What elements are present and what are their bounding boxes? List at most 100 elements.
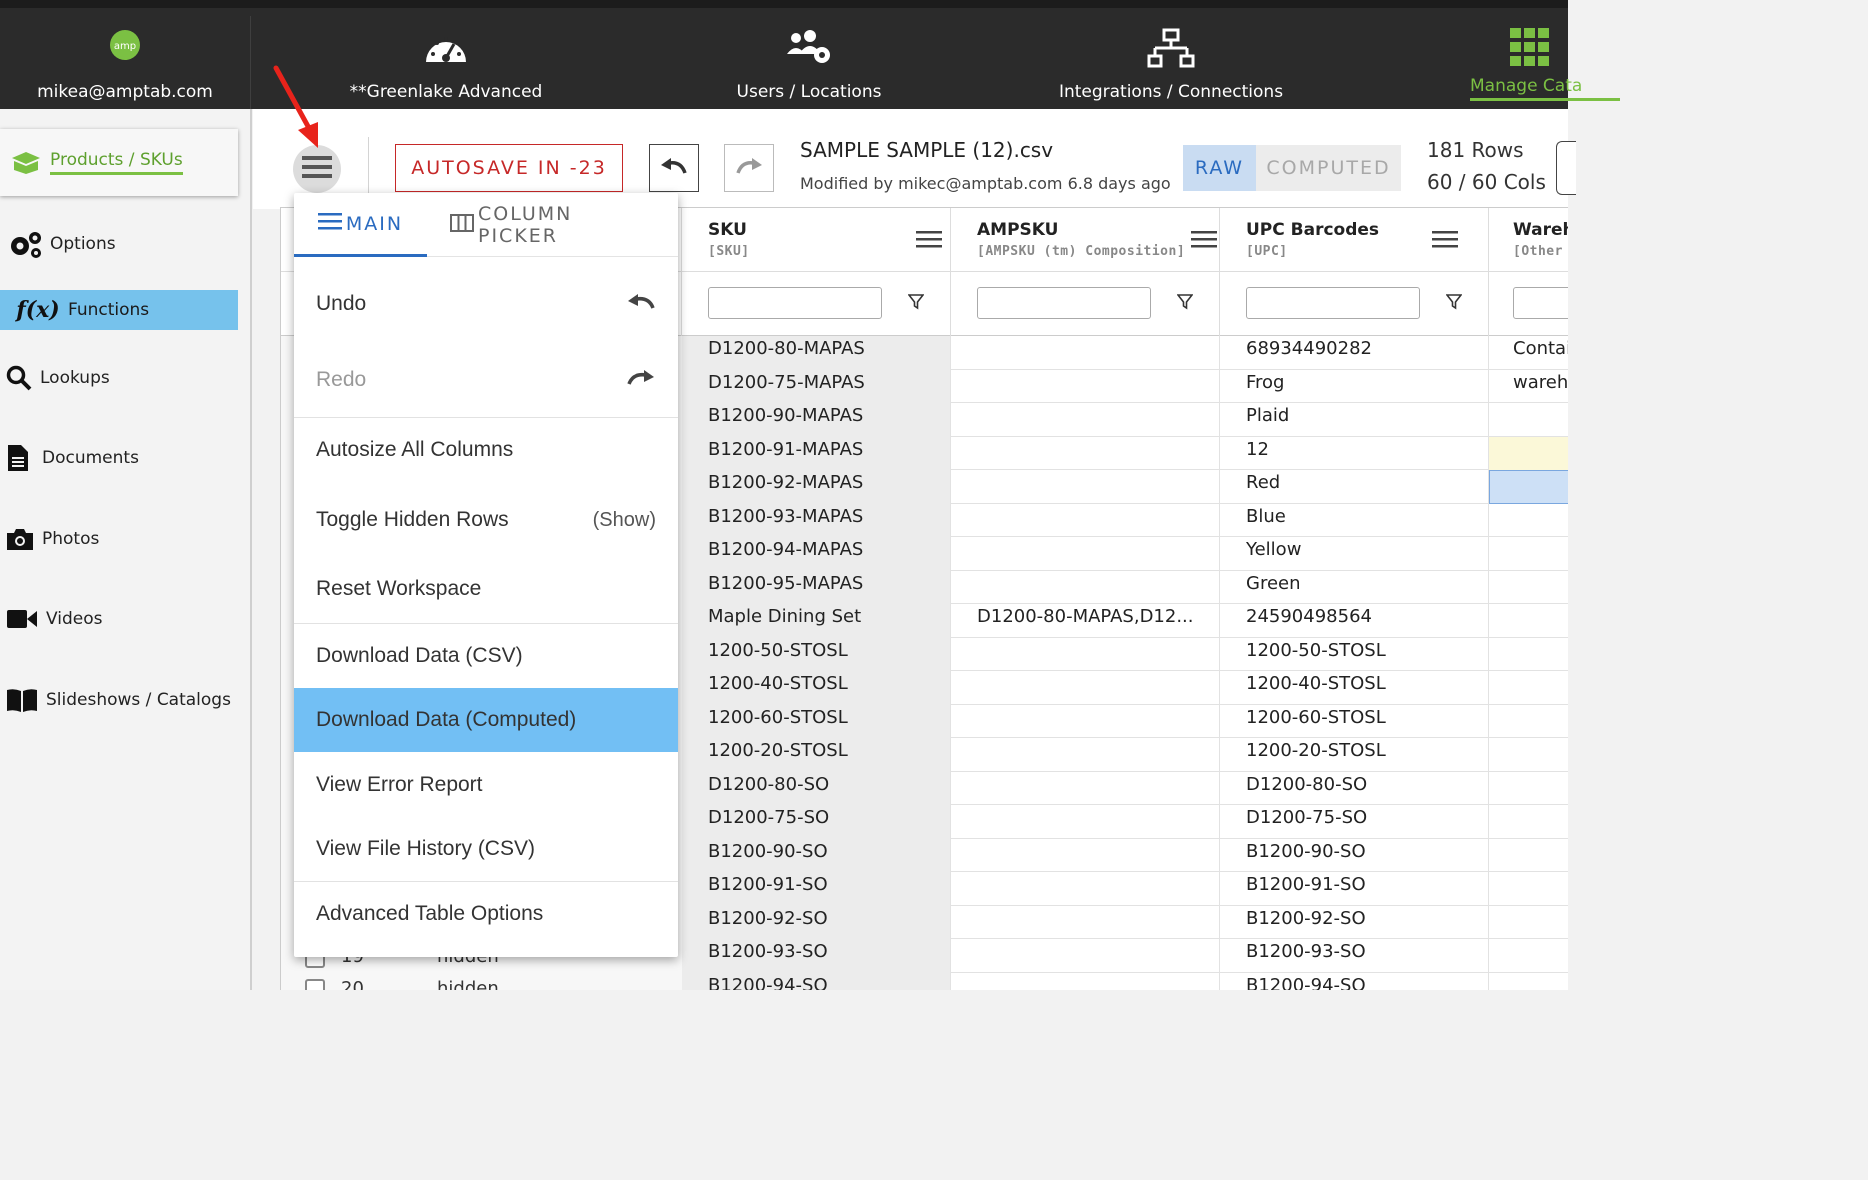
filter-input-warehouse[interactable] [1513, 287, 1568, 319]
cell-sku[interactable]: B1200-91-MAPAS [682, 436, 951, 470]
filter-icon[interactable] [1445, 294, 1463, 314]
filter-input-upc[interactable] [1246, 287, 1420, 319]
cell-warehouse[interactable] [1489, 973, 1568, 991]
cell-warehouse[interactable] [1489, 738, 1568, 772]
column-menu-icon[interactable] [1191, 230, 1217, 252]
cell-sku[interactable]: 1200-50-STOSL [682, 637, 951, 671]
cell-warehouse[interactable] [1489, 939, 1568, 973]
cell-sku[interactable]: D1200-80-MAPAS [682, 336, 951, 370]
cell-ampsku[interactable] [951, 805, 1220, 839]
cell-sku[interactable]: B1200-92-MAPAS [682, 470, 951, 504]
cell-upc[interactable]: Green [1220, 570, 1489, 604]
cell-upc[interactable]: 1200-50-STOSL [1220, 637, 1489, 671]
menu-item-autosize-columns[interactable]: Autosize All Columns [294, 415, 678, 485]
sidebar-item-lookups[interactable]: Lookups [0, 358, 238, 398]
cell-upc[interactable]: B1200-92-SO [1220, 905, 1489, 939]
column-menu-icon[interactable] [1432, 230, 1458, 252]
cell-warehouse[interactable] [1489, 571, 1568, 605]
column-header-warehouse[interactable]: Wareh [Other / [1489, 208, 1568, 272]
cell-sku[interactable]: D1200-75-SO [682, 805, 951, 839]
column-menu-icon[interactable] [916, 230, 942, 252]
autosave-button[interactable]: AUTOSAVE IN -23 [395, 144, 623, 192]
cell-ampsku[interactable] [951, 470, 1220, 504]
cell-warehouse[interactable] [1489, 671, 1568, 705]
cell-warehouse[interactable]: Contai [1489, 336, 1568, 370]
cell-sku[interactable]: 1200-40-STOSL [682, 671, 951, 705]
redo-button[interactable] [724, 144, 774, 192]
cell-upc[interactable]: 68934490282 [1220, 336, 1489, 370]
nav-manage-catalog[interactable]: Manage Cata [1440, 16, 1620, 116]
cell-sku[interactable]: B1200-93-SO [682, 939, 951, 973]
cell-sku[interactable]: B1200-90-MAPAS [682, 403, 951, 437]
menu-item-redo[interactable]: Redo [294, 345, 678, 415]
cell-sku[interactable]: 1200-20-STOSL [682, 738, 951, 772]
column-header-sku[interactable]: SKU [SKU] [682, 208, 951, 272]
menu-item-download-computed[interactable]: Download Data (Computed) [294, 688, 678, 752]
cell-upc[interactable]: 1200-20-STOSL [1220, 738, 1489, 772]
cell-upc[interactable]: Frog [1220, 369, 1489, 403]
cell-sku[interactable]: B1200-95-MAPAS [682, 570, 951, 604]
cell-warehouse[interactable] [1489, 537, 1568, 571]
nav-integrations[interactable]: Integrations / Connections [977, 16, 1365, 116]
cell-ampsku[interactable] [951, 771, 1220, 805]
cell-ampsku[interactable] [951, 872, 1220, 906]
cell-warehouse[interactable] [1489, 839, 1568, 873]
cell-upc[interactable]: 1200-40-STOSL [1220, 671, 1489, 705]
cell-sku[interactable]: 1200-60-STOSL [682, 704, 951, 738]
cell-ampsku[interactable] [951, 537, 1220, 571]
cell-ampsku[interactable] [951, 403, 1220, 437]
sidebar-item-options[interactable]: Options [0, 224, 238, 264]
cell-upc[interactable]: Yellow [1220, 537, 1489, 571]
cell-warehouse[interactable] [1489, 906, 1568, 940]
tab-column-picker[interactable]: COLUMN PICKER [450, 193, 660, 257]
cell-ampsku[interactable] [951, 905, 1220, 939]
cell-warehouse[interactable] [1489, 436, 1568, 470]
cell-warehouse[interactable]: wareho [1489, 370, 1568, 404]
menu-item-advanced-options[interactable]: Advanced Table Options [294, 881, 678, 947]
row-checkbox[interactable] [305, 979, 325, 990]
cell-upc[interactable]: Blue [1220, 503, 1489, 537]
cell-sku[interactable]: B1200-93-MAPAS [682, 503, 951, 537]
cell-upc[interactable]: D1200-75-SO [1220, 805, 1489, 839]
cell-ampsku[interactable] [951, 939, 1220, 973]
menu-item-download-csv[interactable]: Download Data (CSV) [294, 623, 678, 688]
column-header-ampsku[interactable]: AMPSKU [AMPSKU (tm) Composition] [951, 208, 1220, 272]
menu-item-file-history[interactable]: View File History (CSV) [294, 817, 678, 881]
cell-sku[interactable]: D1200-75-MAPAS [682, 369, 951, 403]
sidebar-item-slideshows[interactable]: Slideshows / Catalogs [0, 680, 238, 720]
cell-upc[interactable]: B1200-91-SO [1220, 872, 1489, 906]
cell-ampsku[interactable] [951, 738, 1220, 772]
cell-ampsku[interactable] [951, 369, 1220, 403]
cell-warehouse[interactable] [1489, 872, 1568, 906]
cell-ampsku[interactable] [951, 972, 1220, 990]
cell-warehouse[interactable] [1489, 805, 1568, 839]
cell-ampsku[interactable] [951, 336, 1220, 370]
cell-ampsku[interactable] [951, 637, 1220, 671]
computed-button[interactable]: COMPUTED [1256, 145, 1401, 191]
cell-upc[interactable]: D1200-80-SO [1220, 771, 1489, 805]
column-header-upc[interactable]: UPC Barcodes [UPC] [1220, 208, 1489, 272]
filter-icon[interactable] [1176, 294, 1194, 314]
cell-sku[interactable]: B1200-92-SO [682, 905, 951, 939]
filter-input-sku[interactable] [708, 287, 882, 319]
toolbar-edge-button[interactable] [1556, 141, 1576, 195]
cell-upc[interactable]: B1200-90-SO [1220, 838, 1489, 872]
cell-upc[interactable]: B1200-93-SO [1220, 939, 1489, 973]
cell-upc[interactable]: 1200-60-STOSL [1220, 704, 1489, 738]
menu-item-reset-workspace[interactable]: Reset Workspace [294, 555, 678, 623]
cell-sku[interactable]: Maple Dining Set [682, 604, 951, 638]
sidebar-item-products[interactable]: Products / SKUs [0, 129, 238, 196]
cell-sku[interactable]: D1200-80-SO [682, 771, 951, 805]
menu-item-error-report[interactable]: View Error Report [294, 752, 678, 817]
cell-ampsku[interactable] [951, 838, 1220, 872]
cell-ampsku[interactable] [951, 503, 1220, 537]
cell-upc[interactable]: Red [1220, 470, 1489, 504]
cell-ampsku[interactable] [951, 704, 1220, 738]
raw-button[interactable]: RAW [1183, 145, 1256, 191]
menu-item-toggle-hidden-rows[interactable]: Toggle Hidden Rows (Show) [294, 485, 678, 555]
nav-users-locations[interactable]: Users / Locations [641, 16, 977, 116]
cell-warehouse[interactable] [1489, 772, 1568, 806]
cell-ampsku[interactable] [951, 570, 1220, 604]
tab-main[interactable]: MAIN [294, 193, 427, 257]
cell-upc[interactable]: 12 [1220, 436, 1489, 470]
